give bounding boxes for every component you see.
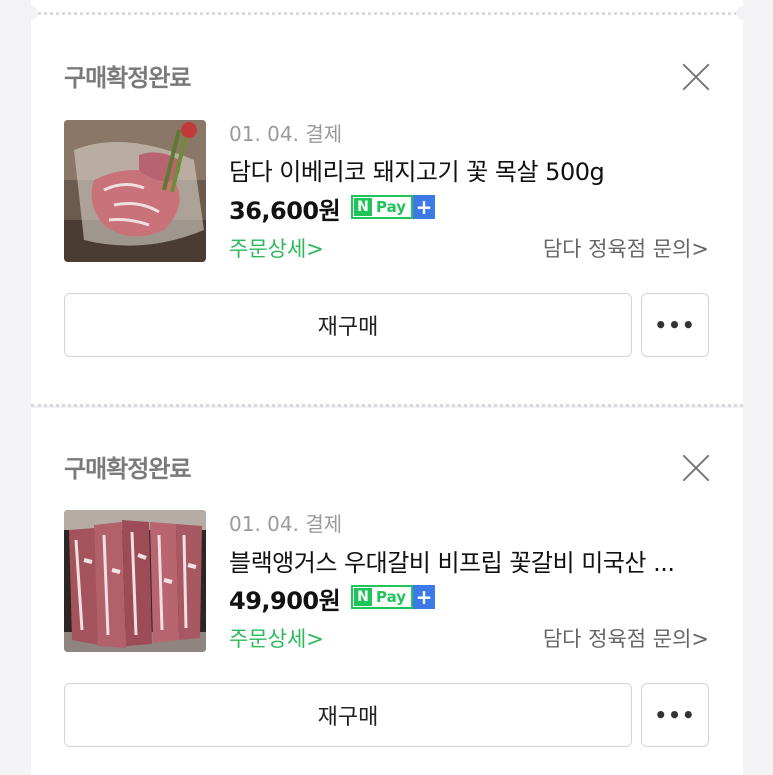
product-title[interactable]: 블랙앵거스 우대갈비 비프립 꽃갈비 미국산 ... xyxy=(229,543,709,578)
plus-icon: + xyxy=(413,585,435,609)
more-options-button[interactable]: ••• xyxy=(641,683,709,747)
npay-label: Pay xyxy=(376,198,407,216)
product-title[interactable]: 담다 이베리코 돼지고기 꽃 목살 500g xyxy=(229,152,709,187)
rebuy-button[interactable]: 재구매 xyxy=(64,293,632,357)
payment-date: 01. 04. 결제 xyxy=(229,122,343,146)
close-icon[interactable] xyxy=(681,453,711,483)
order-card: 구매확정완료 01. 04. 결제 블랙앵거스 우대갈비 비프립 꽃갈비 미국산… xyxy=(31,408,743,775)
order-status: 구매확정완료 xyxy=(64,64,191,92)
order-detail-link[interactable]: 주문상세> xyxy=(229,623,324,653)
beef-ribs-image xyxy=(64,510,206,652)
npay-n-icon: N xyxy=(354,198,372,216)
npay-n-icon: N xyxy=(354,588,372,606)
product-thumbnail[interactable] xyxy=(64,120,206,262)
order-card: 구매확정완료 01. 04. 결제 담다 이베리코 돼지고기 꽃 목살 500g… xyxy=(24,0,750,405)
product-price: 49,900원 xyxy=(229,587,341,615)
plus-icon: + xyxy=(413,195,435,219)
rebuy-button[interactable]: 재구매 xyxy=(64,683,632,747)
order-detail-link[interactable]: 주문상세> xyxy=(229,233,324,263)
payment-date: 01. 04. 결제 xyxy=(229,512,343,536)
seller-inquiry-link[interactable]: 담다 정육점 문의> xyxy=(543,233,709,263)
npay-plus-badge: N Pay + xyxy=(351,195,435,219)
more-options-button[interactable]: ••• xyxy=(641,293,709,357)
divider-notch xyxy=(736,6,750,20)
npay-label: Pay xyxy=(376,588,407,606)
seller-inquiry-link[interactable]: 담다 정육점 문의> xyxy=(543,623,709,653)
product-thumbnail[interactable] xyxy=(64,510,206,652)
close-icon[interactable] xyxy=(681,62,711,92)
divider xyxy=(31,12,743,15)
npay-plus-badge: N Pay + xyxy=(351,585,435,609)
divider xyxy=(31,404,743,407)
product-price: 36,600원 xyxy=(229,197,341,225)
pork-neck-image xyxy=(64,120,206,262)
divider-notch xyxy=(24,6,38,20)
order-status: 구매확정완료 xyxy=(64,455,191,483)
